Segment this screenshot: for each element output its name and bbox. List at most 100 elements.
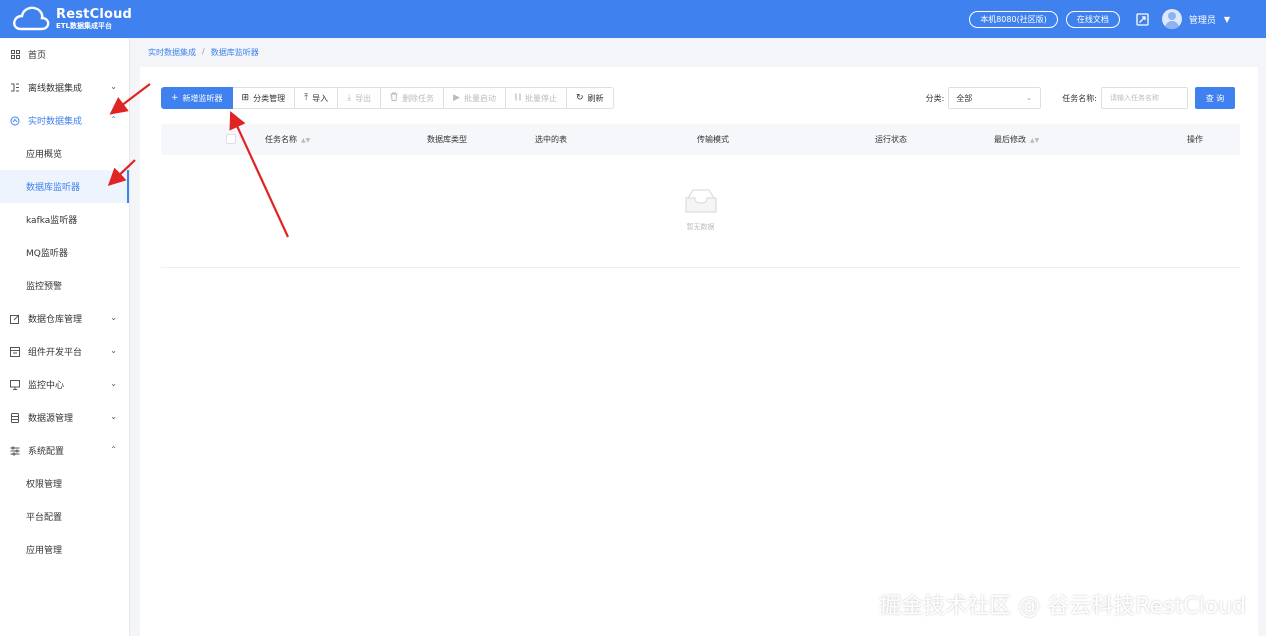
- column-header-selected-tables: 选中的表: [535, 135, 567, 144]
- top-header: RestCloud ETL数据集成平台 本机8080(社区版) 在线文档 管理员…: [0, 0, 1266, 38]
- sort-icon[interactable]: ▲▼: [301, 137, 310, 144]
- sidebar-item-component[interactable]: 组件开发平台 ⌄: [0, 335, 129, 368]
- chevron-down-icon: ⌄: [110, 379, 117, 388]
- logo[interactable]: RestCloud ETL数据集成平台: [12, 6, 132, 32]
- sidebar-item-system[interactable]: 系统配置 ⌃: [0, 434, 129, 467]
- category-value: 全部: [956, 93, 973, 103]
- realtime-icon: [10, 116, 20, 126]
- chevron-up-icon: ⌃: [110, 115, 117, 124]
- grid-icon: ⊞: [241, 93, 250, 103]
- sidebar-subitem-permissions[interactable]: 权限管理: [0, 467, 129, 500]
- chevron-up-icon: ⌃: [110, 445, 117, 454]
- sidebar-item-label: 首页: [28, 51, 47, 61]
- breadcrumb-parent[interactable]: 实时数据集成: [148, 47, 196, 58]
- sidebar-item-monitor[interactable]: 监控中心 ⌄: [0, 368, 129, 401]
- category-select[interactable]: 全部 ⌄: [948, 87, 1042, 109]
- chevron-down-icon: ⌄: [110, 412, 117, 421]
- sidebar-subitem-kafka-listener[interactable]: kafka监听器: [0, 203, 129, 236]
- listener-table: 任务名称 ▲▼ 数据库类型 选中的表 传输模式 运行状态 最后修改 ▲▼ 操作 暂无…: [161, 124, 1240, 268]
- table-header: 任务名称 ▲▼ 数据库类型 选中的表 传输模式 运行状态 最后修改 ▲▼ 操作: [161, 124, 1240, 155]
- column-label: 任务名称: [265, 135, 297, 144]
- column-label: 最后修改: [994, 135, 1026, 144]
- sidebar-item-offline[interactable]: 离线数据集成 ⌄: [0, 71, 129, 104]
- user-name[interactable]: 管理员: [1189, 13, 1216, 26]
- chevron-down-icon: ⌄: [110, 313, 117, 322]
- download-icon: ⤓: [347, 93, 352, 103]
- sidebar-item-realtime[interactable]: 实时数据集成 ⌃: [0, 104, 129, 137]
- sidebar-item-label: 监控中心: [28, 381, 65, 391]
- sidebar-subitem-platform-config[interactable]: 平台配置: [0, 500, 129, 533]
- edit-icon: [10, 314, 20, 324]
- pause-icon: [515, 93, 521, 104]
- sidebar-subitem-mq-listener[interactable]: MQ监听器: [0, 236, 129, 269]
- breadcrumb-current: 数据库监听器: [210, 48, 259, 57]
- table-body: 暂无数据: [161, 155, 1240, 268]
- screen-share-icon[interactable]: [1136, 12, 1150, 26]
- sidebar-item-label: 实时数据集成: [28, 117, 83, 127]
- sidebar-subitem-app-manage[interactable]: 应用管理: [0, 533, 129, 566]
- column-header-db-type: 数据库类型: [427, 135, 467, 144]
- play-icon: ▶: [453, 93, 460, 103]
- sidebar: 首页 离线数据集成 ⌄ 实时数据集成 ⌃ 应用概览 数据库监听器 kafka监听…: [0, 38, 130, 636]
- env-pill[interactable]: 本机8080(社区版): [969, 10, 1058, 28]
- refresh-button[interactable]: ↻ 刷新: [566, 87, 614, 109]
- toolbar: + 新增监听器 ⊞ 分类管理 ⤒ 导入 ⤓ 导出 删除任务 ▶ 批量启动 批量停…: [161, 87, 614, 109]
- monitor-icon: [10, 379, 20, 390]
- empty-box-icon: [685, 189, 717, 213]
- sidebar-item-warehouse[interactable]: 数据仓库管理 ⌄: [0, 302, 129, 335]
- column-header-run-status: 运行状态: [875, 135, 907, 144]
- component-icon: [10, 346, 20, 357]
- task-name-label: 任务名称:: [1062, 93, 1097, 103]
- column-header-task-name[interactable]: 任务名称 ▲▼: [265, 134, 310, 145]
- sidebar-subitem-overview[interactable]: 应用概览: [0, 137, 129, 170]
- caret-down-icon[interactable]: ▼: [1224, 15, 1230, 24]
- breadcrumb-separator: /: [202, 47, 205, 56]
- plus-icon: +: [171, 93, 179, 103]
- export-button[interactable]: ⤓ 导出: [338, 87, 382, 109]
- sidebar-subitem-alert[interactable]: 监控预警: [0, 269, 129, 302]
- filter-bar: 分类: 全部 ⌄ 任务名称: 查 询: [926, 87, 1235, 109]
- column-header-transfer-mode: 传输模式: [697, 135, 729, 144]
- button-label: 新增监听器: [182, 93, 223, 103]
- sidebar-item-label: 数据仓库管理: [28, 315, 83, 325]
- avatar[interactable]: [1161, 9, 1182, 29]
- batch-start-button[interactable]: ▶ 批量启动: [444, 87, 506, 109]
- add-listener-button[interactable]: + 新增监听器: [161, 87, 233, 109]
- sidebar-item-label: 系统配置: [28, 447, 65, 457]
- docs-pill[interactable]: 在线文档: [1065, 10, 1120, 28]
- button-label: 分类管理: [253, 93, 286, 103]
- offline-icon: [10, 83, 20, 93]
- category-label: 分类:: [925, 93, 945, 103]
- import-button[interactable]: ⤒ 导入: [295, 87, 339, 109]
- delete-task-button[interactable]: 删除任务: [381, 87, 445, 109]
- chevron-down-icon: ⌄: [110, 82, 117, 91]
- select-all-checkbox[interactable]: [226, 134, 236, 144]
- breadcrumb: 实时数据集成 / 数据库监听器: [148, 47, 259, 58]
- category-manage-button[interactable]: ⊞ 分类管理: [232, 87, 296, 109]
- sort-icon[interactable]: ▲▼: [1030, 137, 1039, 144]
- sidebar-item-home[interactable]: 首页: [0, 38, 129, 71]
- grid-icon: [10, 50, 20, 60]
- sidebar-subitem-db-listener[interactable]: 数据库监听器: [0, 170, 129, 203]
- chevron-down-icon: ⌄: [1025, 93, 1033, 102]
- button-label: 批量启动: [463, 93, 496, 103]
- batch-stop-button[interactable]: 批量停止: [505, 87, 567, 109]
- logo-title: RestCloud: [56, 7, 133, 22]
- button-label: 刷新: [587, 93, 604, 103]
- watermark: 掘金技术社区 @ 谷云科技RestCloud: [879, 594, 1246, 619]
- logo-subtitle: ETL数据集成平台: [56, 22, 113, 30]
- sidebar-item-label: 组件开发平台: [28, 348, 83, 358]
- query-button[interactable]: 查 询: [1195, 87, 1235, 109]
- upload-icon: ⤒: [304, 93, 309, 103]
- task-name-input[interactable]: [1101, 87, 1188, 109]
- settings-icon: [10, 446, 20, 456]
- sidebar-item-datasource[interactable]: 数据源管理 ⌄: [0, 401, 129, 434]
- button-label: 批量停止: [524, 93, 557, 103]
- trash-icon: [390, 92, 398, 104]
- button-label: 删除任务: [402, 93, 435, 103]
- button-label: 导入: [312, 93, 329, 103]
- empty-text: 暂无数据: [686, 223, 715, 231]
- database-icon: [10, 412, 20, 423]
- main-panel: + 新增监听器 ⊞ 分类管理 ⤒ 导入 ⤓ 导出 删除任务 ▶ 批量启动 批量停…: [140, 67, 1258, 636]
- column-header-last-modified[interactable]: 最后修改 ▲▼: [994, 134, 1039, 145]
